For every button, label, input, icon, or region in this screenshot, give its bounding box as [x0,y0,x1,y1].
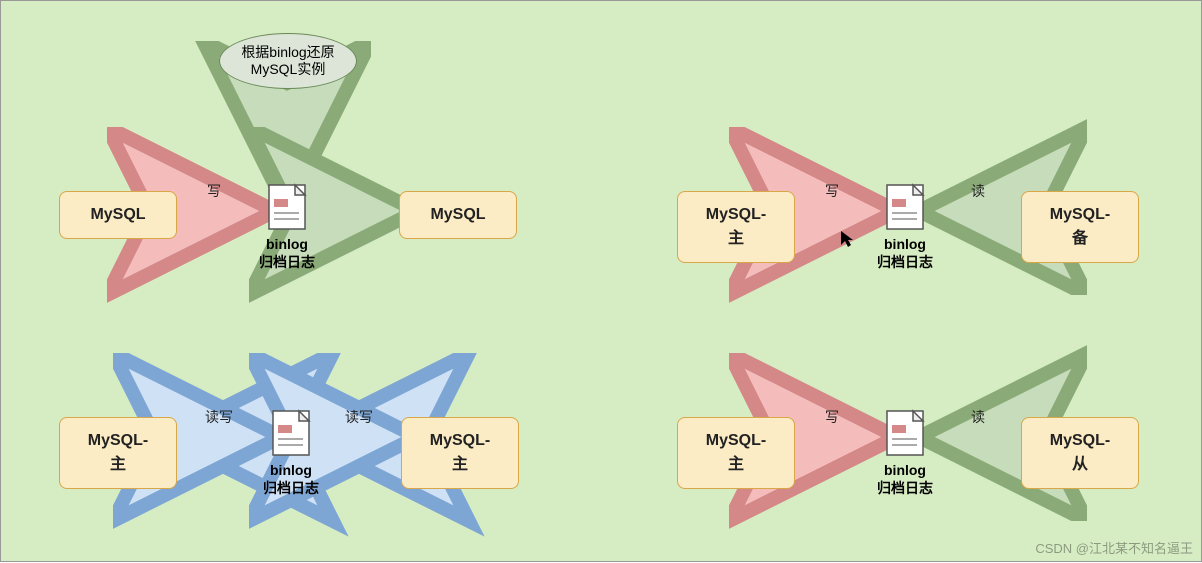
node-q4-left: MySQL-主 [677,417,795,489]
doc-icon-q2 [887,185,923,229]
ellipse-restore: 根据binlog还原 MySQL实例 [219,33,357,89]
diagram-canvas: 根据binlog还原 MySQL实例 MySQL MySQL binlog归档日… [0,0,1202,562]
node-q4-right: MySQL-从 [1021,417,1139,489]
ellipse-text: 根据binlog还原 MySQL实例 [241,44,334,78]
doc-icon-q4 [887,411,923,455]
label-q3-right: 读写 [345,407,373,427]
label-q2-write: 写 [825,181,839,201]
label-q1-write: 写 [207,181,221,201]
doc-label-q1: binlog归档日志 [247,231,327,271]
doc-label-q2: binlog归档日志 [865,231,945,271]
doc-label-q3: binlog归档日志 [251,457,331,497]
node-q3-right: MySQL-主 [401,417,519,489]
cursor-icon [839,229,855,249]
node-q3-left: MySQL-主 [59,417,177,489]
doc-label-q4: binlog归档日志 [865,457,945,497]
node-q1-right: MySQL [399,191,517,239]
label-q4-read: 读 [971,407,985,427]
node-q2-left: MySQL-主 [677,191,795,263]
doc-icon-q1 [269,185,305,229]
doc-icon-q3 [273,411,309,455]
watermark: CSDN @江北某不知名逼王 [1035,538,1193,557]
node-q1-left: MySQL [59,191,177,239]
node-q2-right: MySQL-备 [1021,191,1139,263]
label-q2-read: 读 [971,181,985,201]
label-q4-write: 写 [825,407,839,427]
label-q3-left: 读写 [205,407,233,427]
